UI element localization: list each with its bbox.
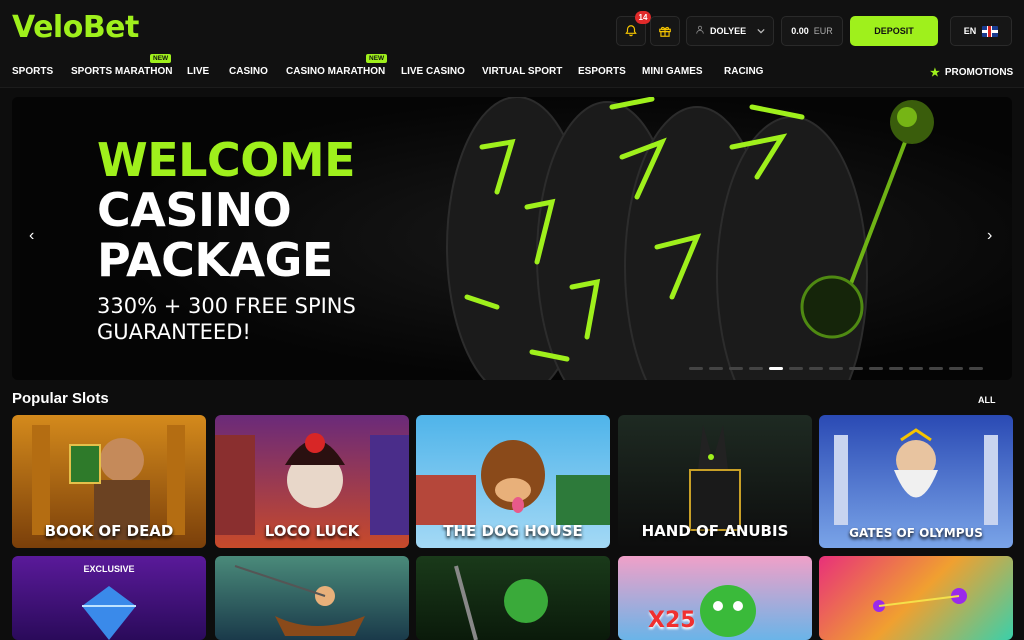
nav-racing[interactable]: RACING (724, 66, 763, 77)
nav-casino-marathon[interactable]: CASINO MARATHON (286, 66, 385, 77)
banner-headline-2: CASINO (97, 183, 292, 237)
bell-icon (625, 25, 637, 37)
game-art (234, 565, 365, 636)
carousel-dot[interactable] (809, 367, 823, 370)
game-title: GATES OF OLYMPUS (849, 526, 983, 540)
view-all-link[interactable]: ALL (978, 395, 996, 405)
nav-sports[interactable]: SPORTS (12, 66, 53, 77)
logo[interactable]: VeloBet (12, 10, 139, 45)
game-title: THE DOG HOUSE (443, 522, 583, 540)
game-tile-reaper[interactable] (416, 556, 610, 640)
nav-mini-games[interactable]: MINI GAMES (642, 66, 703, 77)
game-art (873, 588, 967, 612)
chevron-down-icon (757, 26, 765, 36)
nav-casino[interactable]: CASINO (229, 66, 268, 77)
user-icon (695, 24, 705, 38)
game-art (454, 565, 548, 640)
main-nav: SPORTS SPORTS MARATHON NEW LIVE CASINO C… (0, 54, 1024, 88)
arrow-right-icon[interactable]: › (987, 227, 992, 245)
game-tile-fishing[interactable] (215, 556, 409, 640)
language-label: EN (963, 26, 977, 36)
carousel-dot[interactable] (829, 367, 843, 370)
username-label: DOLYEE (710, 26, 747, 36)
carousel-dot[interactable] (929, 367, 943, 370)
game-tile-exclusive[interactable]: EXCLUSIVE (12, 556, 206, 640)
game-title: BOOK OF DEAD (44, 522, 174, 540)
star-icon: ★ (930, 67, 940, 79)
nav-live[interactable]: LIVE (187, 66, 209, 77)
carousel-dot[interactable] (969, 367, 983, 370)
carousel-dot[interactable] (909, 367, 923, 370)
banner-subline-2: GUARANTEED! (97, 320, 251, 344)
game-tile-the-dog-house[interactable]: THE DOG HOUSE (416, 415, 610, 548)
game-tile-colorful[interactable] (819, 556, 1013, 640)
user-menu-button[interactable]: DOLYEE (686, 16, 774, 46)
carousel-dot[interactable] (849, 367, 863, 370)
new-tag-sports-marathon: NEW (150, 54, 172, 63)
arrow-left-icon[interactable]: ‹ (29, 227, 34, 245)
nav-live-casino[interactable]: LIVE CASINO (401, 66, 465, 77)
new-tag-casino-marathon: NEW (366, 54, 388, 63)
carousel-dot[interactable] (769, 367, 783, 370)
banner-subline-1: 330% + 300 FREE SPINS (97, 294, 356, 318)
flag-uk-icon (982, 25, 999, 37)
gift-button[interactable] (650, 16, 680, 46)
game-title: HAND OF ANUBIS (641, 522, 789, 540)
carousel-dot[interactable] (869, 367, 883, 370)
gift-icon (659, 26, 671, 37)
nav-virtual-sport[interactable]: VIRTUAL SPORT (482, 66, 562, 77)
nav-sports-marathon[interactable]: SPORTS MARATHON (71, 66, 172, 77)
nav-esports[interactable]: ESPORTS (578, 66, 626, 77)
carousel-dot[interactable] (949, 367, 963, 370)
section-title-popular-slots: Popular Slots (12, 390, 109, 407)
notification-badge: 14 (635, 11, 651, 24)
promotions-link[interactable]: ★ PROMOTIONS (930, 66, 1013, 79)
multiplier-label: X25 (648, 608, 696, 633)
top-bar: VeloBet 14 DOLYEE 0.00 EUR DEPOSIT EN (0, 0, 1024, 58)
game-tile-hand-of-anubis[interactable]: HAND OF ANUBIS (618, 415, 812, 548)
banner-text-block: WELCOME CASINO PACKAGE 330% + 300 FREE S… (97, 135, 356, 345)
carousel-dot[interactable] (689, 367, 703, 370)
game-tile-book-of-dead[interactable]: BOOK OF DEAD (12, 415, 206, 548)
game-tile-dragon[interactable]: X25 (618, 556, 812, 640)
game-tile-loco-luck[interactable]: LOCO LUCK (215, 415, 409, 548)
carousel-dot[interactable] (709, 367, 723, 370)
carousel-dot[interactable] (789, 367, 803, 370)
balance-amount: 0.00 (791, 26, 809, 36)
carousel-dot[interactable] (749, 367, 763, 370)
exclusive-label: EXCLUSIVE (83, 564, 135, 574)
banner-headline-1: WELCOME (97, 133, 356, 187)
carousel-dots (689, 367, 983, 370)
promotions-label: PROMOTIONS (944, 67, 1014, 78)
game-title: LOCO LUCK (264, 522, 360, 540)
carousel-dot[interactable] (729, 367, 743, 370)
language-selector[interactable]: EN (950, 16, 1012, 46)
balance-display[interactable]: 0.00 EUR (781, 16, 843, 46)
banner-headline-3: PACKAGE (97, 233, 333, 287)
hero-banner[interactable]: WELCOME CASINO PACKAGE 330% + 300 FREE S… (12, 97, 1012, 380)
carousel-dot[interactable] (889, 367, 903, 370)
deposit-button[interactable]: DEPOSIT (850, 16, 938, 46)
game-tile-gates-of-olympus[interactable]: GATES OF OLYMPUS (819, 415, 1013, 548)
balance-currency: EUR (813, 26, 833, 36)
